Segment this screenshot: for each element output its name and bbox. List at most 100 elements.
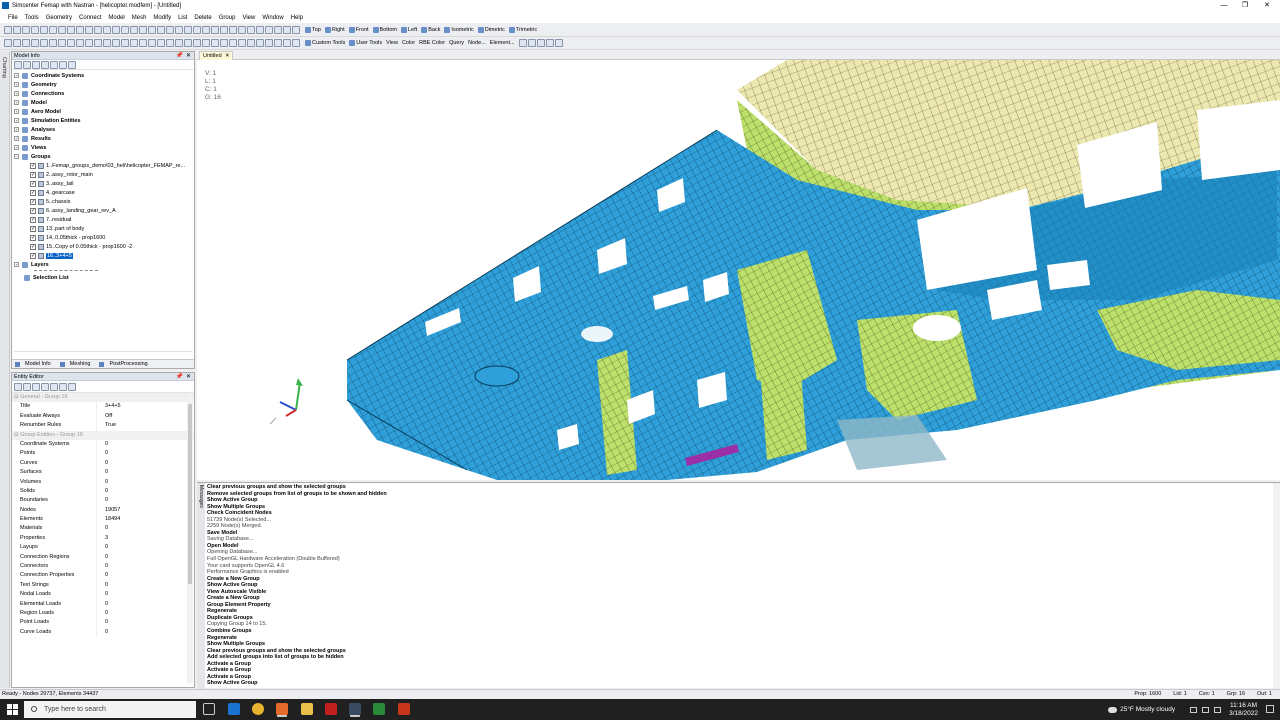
excel-icon[interactable] <box>373 703 385 715</box>
clipping-icon[interactable] <box>265 39 273 47</box>
surface-icon[interactable] <box>31 39 39 47</box>
menu-list[interactable]: List <box>178 15 187 21</box>
checkbox[interactable]: ✓ <box>30 171 36 178</box>
snip-icon[interactable] <box>276 703 288 715</box>
checkbox[interactable]: ✓ <box>30 198 36 205</box>
save-icon[interactable] <box>22 26 30 34</box>
iso-surface-icon[interactable] <box>175 39 183 47</box>
prop-row[interactable]: Properties 3 <box>12 533 194 544</box>
reset-icon[interactable] <box>32 382 40 391</box>
checkbox[interactable]: ✓ <box>30 216 36 223</box>
close-icon[interactable]: ✕ <box>186 52 191 60</box>
weather-widget[interactable]: 25°F Mostly cloudy <box>1108 706 1175 713</box>
section-general[interactable]: ⊟ General - Group 16 <box>12 393 194 403</box>
prop-row[interactable]: Elemental Loads 0 <box>12 599 194 609</box>
group-item[interactable]: ✓ 13..part of body <box>30 224 84 233</box>
post-icon[interactable] <box>121 39 129 47</box>
tab-untitled[interactable]: Untitled ✕ <box>199 51 233 60</box>
view-left-button[interactable]: Left <box>401 27 417 33</box>
autoscale-icon[interactable] <box>94 26 102 34</box>
prop-row[interactable]: Connection Regions 0 <box>12 552 194 563</box>
copy-icon[interactable] <box>40 26 48 34</box>
shrink-icon[interactable] <box>220 39 228 47</box>
stop-icon[interactable] <box>238 26 246 34</box>
user-tools-menu[interactable]: User Tools <box>349 40 382 46</box>
tab-postprocessing[interactable]: PostProcessing <box>96 361 153 367</box>
menu-modify[interactable]: Modify <box>153 15 171 21</box>
material-icon[interactable] <box>76 39 84 47</box>
settings-icon[interactable] <box>292 26 300 34</box>
perspective-icon[interactable] <box>256 39 264 47</box>
view-menu-button[interactable]: View <box>386 40 398 46</box>
pin-icon[interactable]: 📌 <box>176 373 183 381</box>
windows-start-icon[interactable] <box>7 704 18 715</box>
checkbox[interactable]: ✓ <box>30 225 36 232</box>
status-layer[interactable]: Lid: 1 <box>1173 690 1186 699</box>
magnify-icon[interactable] <box>130 26 138 34</box>
view-style-icon[interactable] <box>139 26 147 34</box>
apply-icon[interactable] <box>23 382 31 391</box>
pan-icon[interactable] <box>112 26 120 34</box>
clock[interactable]: 11:16 AM 3/18/2022 <box>1229 702 1258 718</box>
messages-tab[interactable]: Messages <box>198 485 204 508</box>
femap-icon[interactable] <box>349 703 361 715</box>
prop-row[interactable]: Layups 0 <box>12 543 194 553</box>
prop-row[interactable]: Curve Loads 0 <box>12 627 194 638</box>
color-menu-button[interactable]: Color <box>402 40 415 46</box>
measure-distance-icon[interactable] <box>527 39 536 47</box>
checkbox[interactable]: ✓ <box>30 189 36 196</box>
fit-icon[interactable] <box>536 39 545 47</box>
refresh-tree-icon[interactable] <box>59 60 67 69</box>
regenerate-icon[interactable] <box>76 26 84 34</box>
zoom-icon[interactable] <box>103 26 111 34</box>
prop-row[interactable]: Text Strings 0 <box>12 580 194 591</box>
close-tab-icon[interactable]: ✕ <box>225 52 230 60</box>
collapse-all-icon[interactable] <box>59 382 67 391</box>
task-view-icon[interactable] <box>203 703 215 715</box>
section-cut-icon[interactable] <box>166 39 174 47</box>
expand-icon[interactable]: + <box>14 118 19 123</box>
custom-tools-menu[interactable]: Custom Tools <box>305 40 345 46</box>
tree-connections[interactable]: + Connections <box>14 89 64 98</box>
menu-file[interactable]: File <box>8 15 18 21</box>
expand-icon[interactable]: + <box>14 100 19 105</box>
visibility-icon[interactable] <box>229 26 237 34</box>
menu-group[interactable]: Group <box>219 15 236 21</box>
color-tree-icon[interactable] <box>68 60 76 69</box>
view-back-button[interactable]: Back <box>421 27 440 33</box>
collapse-icon[interactable] <box>23 60 31 69</box>
expand-icon[interactable] <box>14 60 22 69</box>
prop-row[interactable]: Curves 0 <box>12 458 194 469</box>
status-csys[interactable]: Csn: 1 <box>1199 690 1215 699</box>
section-group-entities[interactable]: ⊟ Group Entities - Group 16 <box>12 430 194 440</box>
show-tree-icon[interactable] <box>41 60 49 69</box>
checkbox[interactable]: ✓ <box>30 243 36 250</box>
group-item[interactable]: ✓ 14..0.05thick - prop1600 <box>30 233 105 242</box>
tree-model[interactable]: + Model <box>14 98 47 107</box>
checkbox[interactable]: ✓ <box>30 162 36 169</box>
prop-row[interactable]: Materials 0 <box>12 524 194 534</box>
workplane-icon[interactable] <box>157 26 165 34</box>
geometry-icon[interactable] <box>13 39 21 47</box>
element-icon[interactable] <box>67 39 75 47</box>
load-icon[interactable] <box>94 39 102 47</box>
minimize-button[interactable]: — <box>1213 0 1235 12</box>
labels-icon[interactable] <box>211 39 219 47</box>
solid-icon[interactable] <box>40 39 48 47</box>
view-bottom-button[interactable]: Bottom <box>372 27 397 33</box>
tree-results[interactable]: + Results <box>14 134 51 143</box>
transparency-icon[interactable] <box>238 39 246 47</box>
screen-capture-icon[interactable] <box>274 39 282 47</box>
group-item[interactable]: ✓ 4..gearcase <box>30 188 75 197</box>
tab-model-info[interactable]: Model Info <box>12 361 57 367</box>
taskbar-search[interactable]: Type here to search <box>24 701 196 718</box>
volume-icon[interactable] <box>1214 706 1222 713</box>
tree-views[interactable]: + Views <box>14 143 47 152</box>
checkbox[interactable]: ✓ <box>30 234 36 241</box>
checkbox[interactable]: ✓ <box>30 207 36 214</box>
trace-icon[interactable] <box>202 39 210 47</box>
nx-icon[interactable] <box>325 703 337 715</box>
grid-select-icon[interactable] <box>545 39 554 47</box>
layer-icon[interactable] <box>220 26 228 34</box>
status-output[interactable]: Out: 1 <box>1257 690 1272 699</box>
